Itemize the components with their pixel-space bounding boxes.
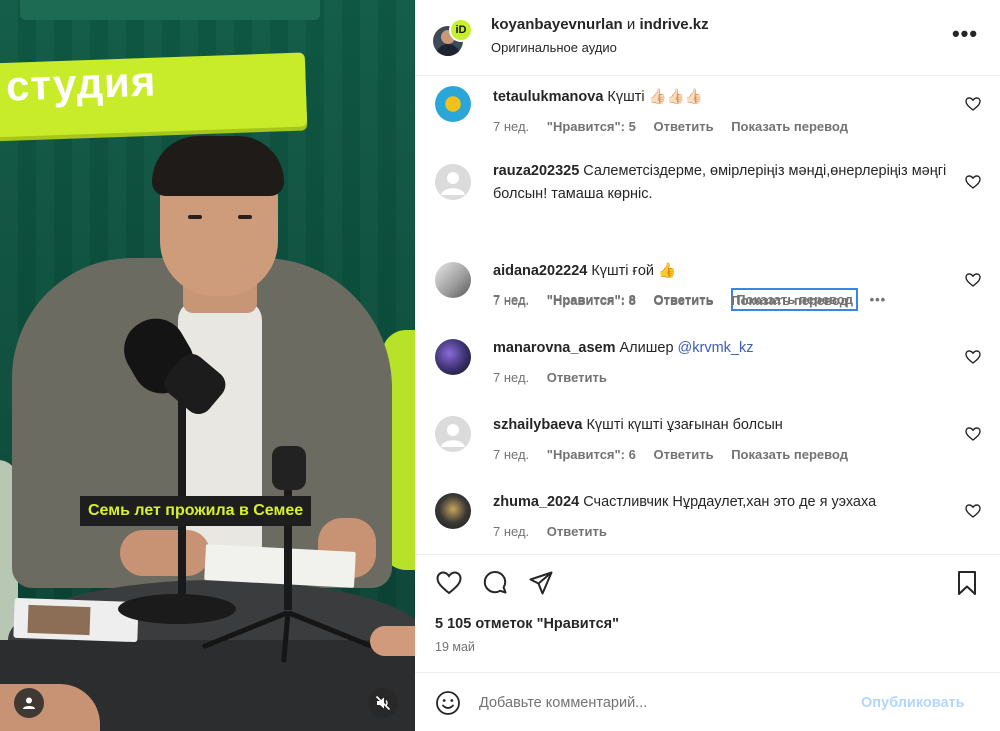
comment-text: aidana202224 Күшті ғой 👍 <box>493 260 953 283</box>
like-icon[interactable] <box>435 569 463 597</box>
show-translation-button[interactable]: Показать перевод <box>731 447 848 462</box>
emoji-icon[interactable] <box>435 690 461 716</box>
microphone-second <box>272 446 306 490</box>
comment-likes[interactable]: "Нравится": 8 <box>547 293 636 308</box>
reply-button[interactable]: Ответить <box>653 119 713 134</box>
show-translation-button[interactable]: Показать перевод <box>731 293 848 308</box>
post-panel: iD koyanbayevnurlan и indrive.kz Оригина… <box>415 0 1000 731</box>
muted-speaker-icon <box>375 695 391 711</box>
post-header: iD koyanbayevnurlan и indrive.kz Оригина… <box>415 0 1000 76</box>
comment-content: Күшті 👍🏻👍🏻👍🏻 <box>607 89 703 105</box>
comment-text: tetaulukmanova Күшті 👍🏻👍🏻👍🏻 <box>493 86 953 109</box>
comment-meta: 7 нед. "Нравится": 5 Ответить Показать п… <box>493 119 862 134</box>
like-heart-icon[interactable] <box>965 272 981 288</box>
post-date: 19 май <box>435 640 475 654</box>
video-subtitle: Семь лет прожила в Семее <box>80 496 312 526</box>
more-options-icon[interactable]: ••• <box>951 22 979 50</box>
comment-avatar[interactable] <box>435 493 471 529</box>
mute-button[interactable] <box>368 688 398 718</box>
video-player[interactable]: студия Семь лет прожила в Семее <box>0 0 415 731</box>
comment-meta: 7 нед. Ответить <box>493 370 621 385</box>
likes-count[interactable]: 5 105 отметок "Нравится" <box>435 616 619 632</box>
comment-time: 7 нед. <box>493 447 530 462</box>
reply-button[interactable]: Ответить <box>653 293 713 308</box>
comment-username[interactable]: aidana202224 <box>493 263 587 279</box>
comment-avatar[interactable] <box>435 339 471 375</box>
author-avatar-group[interactable]: iD <box>433 18 473 56</box>
comment-content: Счастливчик Нұрдаулет,хан это де я уэхах… <box>583 494 877 510</box>
comment-composer: Опубликовать <box>415 672 1000 731</box>
default-user-icon <box>435 164 471 200</box>
comment-text: manarovna_asem Алишер @krvmk_kz <box>493 337 953 360</box>
comment-meta: 7 нед. "Нравится": 8 Ответить Показать п… <box>493 293 862 308</box>
like-heart-icon[interactable] <box>965 503 981 519</box>
bookmark-icon[interactable] <box>953 569 981 597</box>
comment-text: rauza202325 Салеметсіздерме, өмірлеріңіз … <box>493 160 953 206</box>
comment-avatar-default[interactable] <box>435 416 471 452</box>
like-heart-icon[interactable] <box>965 426 981 442</box>
mic-stand-second <box>284 470 292 610</box>
photo-card-image <box>27 604 91 636</box>
studio-sign-text: студия <box>5 57 158 110</box>
like-heart-icon[interactable] <box>965 96 981 112</box>
comment-avatar[interactable] <box>435 262 471 298</box>
speaker-hand-left <box>120 530 210 576</box>
show-translation-button[interactable]: Показать перевод <box>731 119 848 134</box>
tagged-users-button[interactable] <box>14 688 44 718</box>
default-user-icon <box>435 416 471 452</box>
speaker-eye-left <box>188 215 202 219</box>
comment-text: zhuma_2024 Счастливчик Нұрдаулет,хан это … <box>493 491 953 514</box>
comment-time: 7 нед. <box>493 370 530 385</box>
comment-username[interactable]: rauza202325 <box>493 163 579 179</box>
comment-more-icon[interactable]: ••• <box>870 292 887 307</box>
studio-sign-top <box>20 0 320 20</box>
speaker-eye-right <box>238 215 252 219</box>
comment-likes[interactable]: "Нравится": 6 <box>547 447 636 462</box>
post-actions <box>415 554 1000 602</box>
speaker-hair <box>152 136 284 196</box>
share-icon[interactable] <box>527 569 555 597</box>
user-icon <box>23 697 35 709</box>
reply-button[interactable]: Ответить <box>547 524 607 539</box>
comment-username[interactable]: tetaulukmanova <box>493 89 603 105</box>
post-authors: koyanbayevnurlan и indrive.kz <box>491 16 709 33</box>
reply-button[interactable]: Ответить <box>653 447 713 462</box>
reply-button[interactable]: Ответить <box>547 370 607 385</box>
like-heart-icon[interactable] <box>965 174 981 190</box>
coauthor-link[interactable]: indrive.kz <box>639 16 708 33</box>
audio-link[interactable]: Оригинальное аудио <box>491 40 617 55</box>
comment-input[interactable] <box>479 689 839 717</box>
comment-time: 7 нед. <box>493 119 530 134</box>
mic-stand-base <box>118 594 236 624</box>
comment-time: 7 нед. <box>493 293 530 308</box>
comment-avatar-default[interactable] <box>435 164 471 200</box>
comment-content: Алишер <box>619 340 674 356</box>
bottom-hand-right <box>370 626 415 656</box>
author-link[interactable]: koyanbayevnurlan <box>491 16 623 33</box>
comment-time: 7 нед. <box>493 524 530 539</box>
and-text: и <box>626 16 636 33</box>
comment-meta: 7 нед. "Нравится": 6 Ответить Показать п… <box>493 447 862 462</box>
comment-likes[interactable]: "Нравится": 5 <box>547 119 636 134</box>
comment-username[interactable]: szhailybaeva <box>493 417 582 433</box>
comment-icon[interactable] <box>481 569 509 597</box>
comment-avatar[interactable] <box>435 86 471 122</box>
comment-content: Күшті күшті ұзағынан болсын <box>586 417 783 433</box>
comment-content: Күшті ғой 👍 <box>591 263 677 279</box>
mention-link[interactable]: @krvmk_kz <box>678 340 754 356</box>
indrive-logo-avatar[interactable]: iD <box>449 18 473 42</box>
comments-list[interactable]: tetaulukmanova Күшті 👍🏻👍🏻👍🏻 7 нед. "Нрави… <box>415 76 1000 554</box>
comment-meta: 7 нед. Ответить <box>493 524 621 539</box>
like-heart-icon[interactable] <box>965 349 981 365</box>
publish-button[interactable]: Опубликовать <box>861 695 965 711</box>
comment-username[interactable]: zhuma_2024 <box>493 494 579 510</box>
comment-username[interactable]: manarovna_asem <box>493 340 616 356</box>
comment-text: szhailybaeva Күшті күшті ұзағынан болсын <box>493 414 953 437</box>
